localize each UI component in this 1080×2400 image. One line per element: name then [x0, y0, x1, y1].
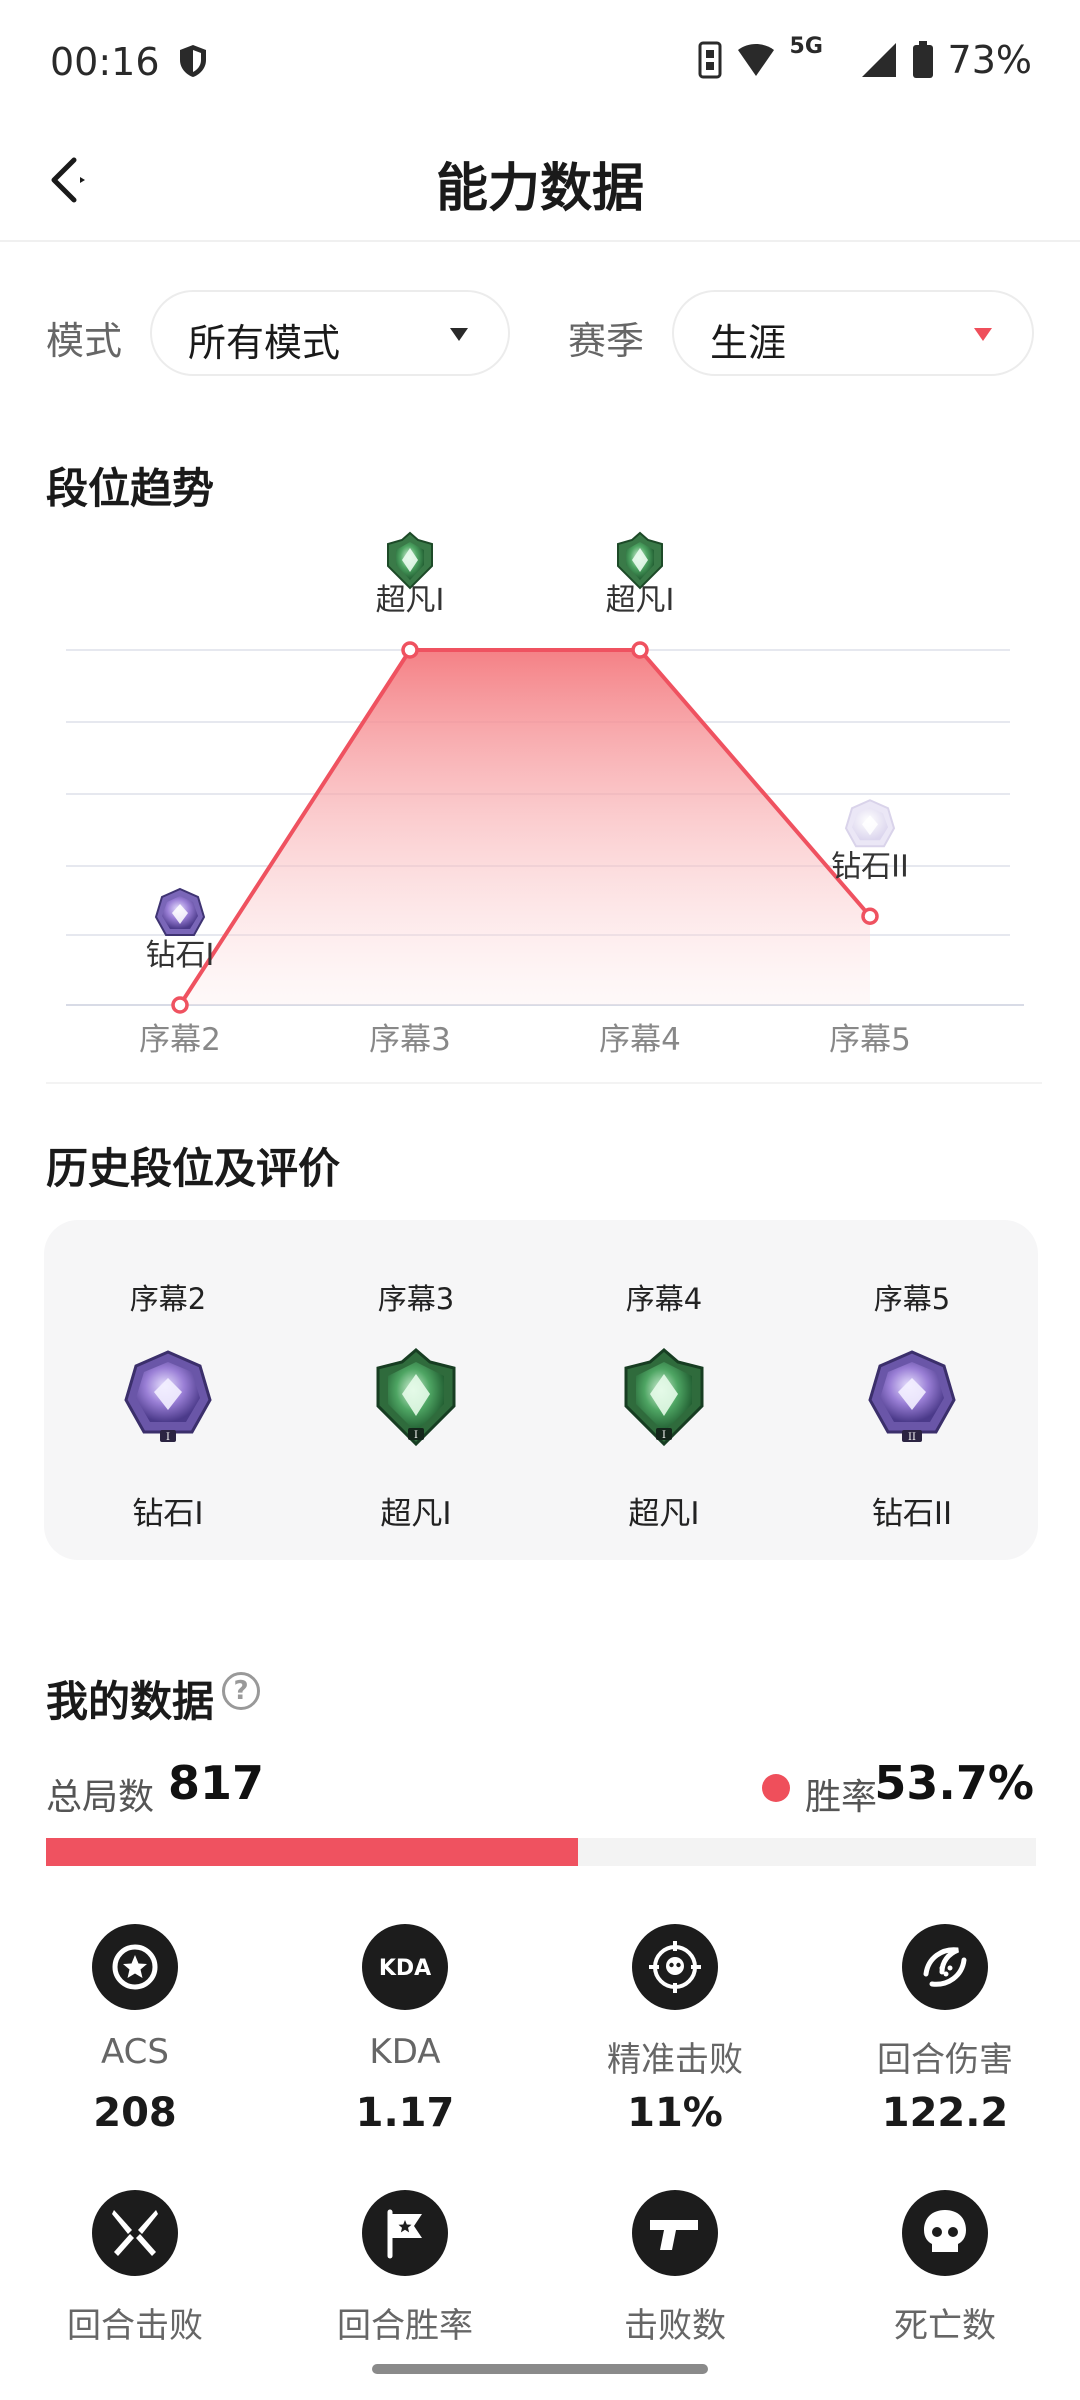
- damage-icon: [902, 1924, 988, 2010]
- stat-value: 1.17: [355, 2090, 455, 2136]
- stat-label: ACS: [101, 2032, 169, 2072]
- win-rate-value: 53.7%: [874, 1756, 1034, 1810]
- x-tick-label: 序幕4: [599, 1022, 681, 1058]
- history-season: 序幕4: [625, 1282, 703, 1316]
- win-rate-bar-fill: [46, 1838, 578, 1866]
- flag-star-icon: [362, 2190, 448, 2276]
- status-right-group: 5G 73%: [698, 34, 1032, 82]
- pistol-icon: [632, 2190, 718, 2276]
- diamond-badge-icon: II: [868, 1350, 956, 1443]
- battery-percent: 73%: [947, 38, 1032, 82]
- data-point: [171, 996, 189, 1014]
- win-rate-bar: [46, 1838, 1036, 1866]
- home-indicator[interactable]: [372, 2364, 708, 2374]
- data-point: [631, 641, 649, 659]
- rank-label: 超凡I: [376, 583, 445, 618]
- mode-select[interactable]: 所有模式: [150, 290, 510, 376]
- total-games-label: 总局数: [46, 1777, 155, 1818]
- stat-label: 回合胜率: [337, 2306, 473, 2346]
- svg-text:I: I: [414, 1430, 418, 1441]
- history-season: 序幕2: [129, 1282, 207, 1316]
- history-title: 历史段位及评价: [46, 1144, 341, 1193]
- svg-text:I: I: [662, 1430, 666, 1441]
- help-icon[interactable]: ?: [222, 1672, 260, 1710]
- stat-label: 精准击败: [607, 2040, 743, 2080]
- stat-label: 回合击败: [67, 2306, 203, 2346]
- series-area: [180, 650, 870, 1005]
- history-season: 序幕5: [873, 1282, 951, 1316]
- crosshair-skull-icon: [632, 1924, 718, 2010]
- skull-icon: [902, 2190, 988, 2276]
- status-bar: 00:16 5G 73%: [0, 0, 1080, 120]
- mode-label: 模式: [46, 319, 123, 363]
- season-label: 赛季: [568, 319, 645, 363]
- star-badge-icon: [92, 1924, 178, 2010]
- x-tick-label: 序幕5: [829, 1022, 911, 1058]
- nfc-icon: [698, 41, 722, 79]
- stat-value: 208: [93, 2090, 177, 2136]
- network-label: 5G: [789, 34, 823, 59]
- status-time: 00:16: [50, 40, 160, 84]
- page-header: 能力数据: [0, 120, 1080, 242]
- chart-area: [180, 650, 870, 1005]
- history-item[interactable]: 序幕2 I 钻石I: [44, 1220, 292, 1560]
- svg-text:I: I: [166, 1432, 170, 1443]
- filter-row: 模式 所有模式 赛季 生涯: [0, 290, 1080, 378]
- ascendant-badge-icon: [387, 531, 433, 590]
- shield-icon: [180, 45, 206, 77]
- rank-label: 超凡I: [606, 583, 675, 618]
- kda-icon-text: KDA: [379, 1956, 431, 1981]
- history-rank: 钻石II: [871, 1496, 953, 1532]
- stat-label: KDA: [369, 2032, 441, 2072]
- chevron-down-icon: [450, 328, 468, 341]
- win-rate-label: 胜率: [805, 1777, 878, 1818]
- x-tick-label: 序幕2: [139, 1022, 221, 1058]
- signal-icon: [861, 43, 896, 77]
- win-rate-dot: [762, 1774, 790, 1802]
- my-data-title: 我的数据: [46, 1677, 215, 1726]
- battery-icon: [912, 41, 933, 78]
- stat-label: 击败数: [624, 2306, 726, 2346]
- svg-text:II: II: [908, 1432, 916, 1443]
- network-indicator: 5G: [790, 34, 846, 82]
- diamond-badge-icon: [844, 799, 896, 848]
- stat-value: 11%: [627, 2090, 723, 2136]
- history-season: 序幕3: [377, 1282, 455, 1316]
- history-card: 序幕2 I 钻石I 序幕3 I 超凡I 序幕4 I 超凡I 序幕5 II 钻石I…: [44, 1220, 1038, 1560]
- season-select-value: 生涯: [710, 321, 787, 365]
- history-rank: 钻石I: [132, 1496, 204, 1532]
- data-point: [401, 641, 419, 659]
- page-title: 能力数据: [435, 159, 644, 219]
- ascendant-badge-icon: I: [376, 1348, 456, 1447]
- rank-label: 钻石I: [146, 938, 215, 973]
- divider: [46, 1082, 1042, 1084]
- history-rank: 超凡I: [628, 1496, 700, 1532]
- history-item[interactable]: 序幕5 II 钻石II: [788, 1220, 1036, 1560]
- stat-label: 回合伤害: [877, 2040, 1013, 2080]
- kda-icon: KDA: [362, 1924, 448, 2010]
- x-tick-label: 序幕3: [369, 1022, 451, 1058]
- history-rank: 超凡I: [380, 1496, 452, 1532]
- data-point: [861, 907, 879, 925]
- total-games-value: 817: [168, 1756, 265, 1810]
- rank-trend-svg: 序幕2 序幕3 序幕4 序幕5 钻石I 超凡I 超凡I 钻石II: [66, 531, 1024, 1058]
- crossed-blades-icon: [92, 2190, 178, 2276]
- stat-label: 死亡数: [894, 2306, 996, 2346]
- diamond-badge-icon: I: [124, 1350, 212, 1443]
- chevron-down-icon: [974, 328, 992, 341]
- ascendant-badge-icon: [617, 531, 663, 590]
- history-item[interactable]: 序幕3 I 超凡I: [292, 1220, 540, 1560]
- rank-trend-chart: 序幕2 序幕3 序幕4 序幕5 钻石I 超凡I 超凡I 钻石II: [0, 500, 1080, 1060]
- stat-value: 122.2: [881, 2090, 1009, 2136]
- season-select[interactable]: 生涯: [672, 290, 1034, 376]
- wifi-icon: [737, 44, 774, 76]
- mode-select-value: 所有模式: [188, 321, 341, 365]
- rank-label: 钻石II: [831, 849, 909, 884]
- history-item[interactable]: 序幕4 I 超凡I: [540, 1220, 788, 1560]
- ascendant-badge-icon: I: [624, 1348, 704, 1447]
- diamond-badge-icon: [154, 887, 206, 936]
